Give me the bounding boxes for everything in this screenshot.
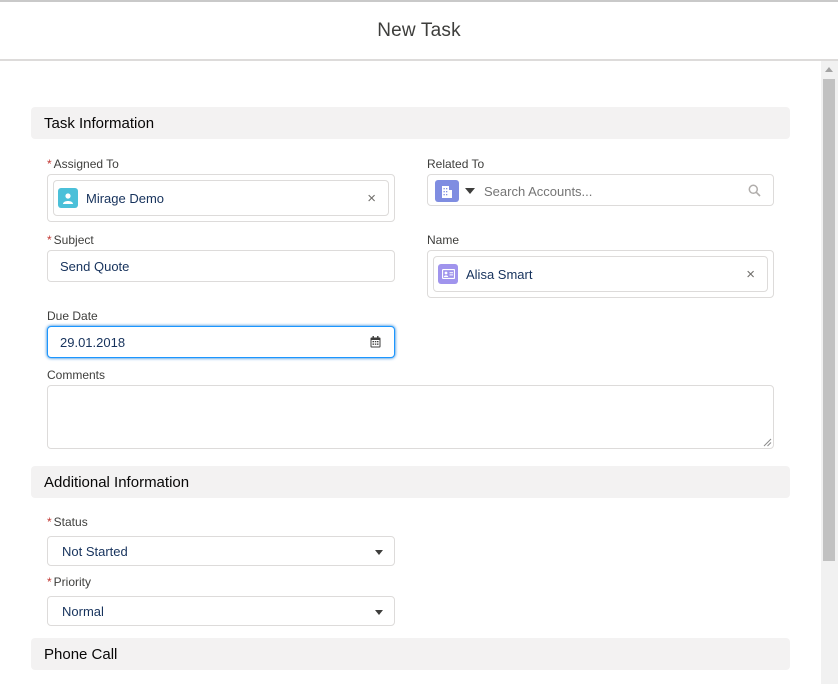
section-additional-information[interactable]: Additional Information	[31, 466, 790, 498]
section-task-information[interactable]: Task Information	[31, 107, 790, 139]
name-field[interactable]: Alisa Smart ×	[427, 250, 774, 298]
assigned-to-value: Mirage Demo	[86, 190, 165, 206]
calendar-icon[interactable]	[370, 336, 381, 348]
modal-header: New Task	[0, 0, 838, 61]
scroll-up-arrow-icon[interactable]	[825, 67, 833, 72]
related-to-search-input[interactable]	[484, 181, 734, 201]
name-label: Name	[427, 233, 460, 247]
section-phone-call[interactable]: Phone Call	[31, 638, 790, 670]
subject-label: * Subject	[47, 233, 94, 247]
comments-label: Comments	[47, 368, 106, 382]
assigned-to-field[interactable]: Mirage Demo ×	[47, 174, 395, 222]
user-avatar-icon	[58, 188, 78, 208]
priority-select[interactable]: Normal	[47, 596, 395, 626]
name-pill[interactable]: Alisa Smart ×	[433, 256, 768, 292]
object-switcher-caret-icon[interactable]	[465, 188, 475, 194]
remove-icon[interactable]: ×	[367, 191, 376, 206]
subject-input[interactable]: Send Quote	[47, 250, 395, 282]
chevron-down-icon	[375, 610, 383, 615]
scrollbar[interactable]	[821, 61, 838, 684]
resize-handle-icon[interactable]	[763, 438, 772, 447]
related-to-field[interactable]	[427, 174, 774, 206]
assigned-to-label: * Assigned To	[47, 157, 119, 171]
status-value: Not Started	[62, 543, 128, 559]
contact-card-icon	[438, 264, 458, 284]
required-mark: *	[47, 515, 52, 529]
name-value: Alisa Smart	[466, 266, 533, 282]
status-label: * Status	[47, 515, 88, 529]
required-mark: *	[47, 575, 52, 589]
required-mark: *	[47, 157, 52, 171]
account-building-icon[interactable]	[435, 180, 459, 202]
required-mark: *	[47, 233, 52, 247]
remove-icon[interactable]: ×	[746, 267, 755, 282]
due-date-label: Due Date	[47, 309, 98, 323]
scroll-thumb[interactable]	[823, 79, 835, 561]
related-to-label: Related To	[427, 157, 485, 171]
modal-title: New Task	[377, 19, 461, 41]
chevron-down-icon	[375, 550, 383, 555]
status-select[interactable]: Not Started	[47, 536, 395, 566]
priority-label: * Priority	[47, 575, 92, 589]
comments-textarea[interactable]	[47, 385, 774, 449]
priority-value: Normal	[62, 603, 104, 619]
due-date-value: 29.01.2018	[60, 334, 126, 350]
assigned-to-pill[interactable]: Mirage Demo ×	[53, 180, 389, 216]
search-icon	[748, 184, 761, 197]
due-date-input[interactable]: 29.01.2018	[47, 326, 395, 358]
